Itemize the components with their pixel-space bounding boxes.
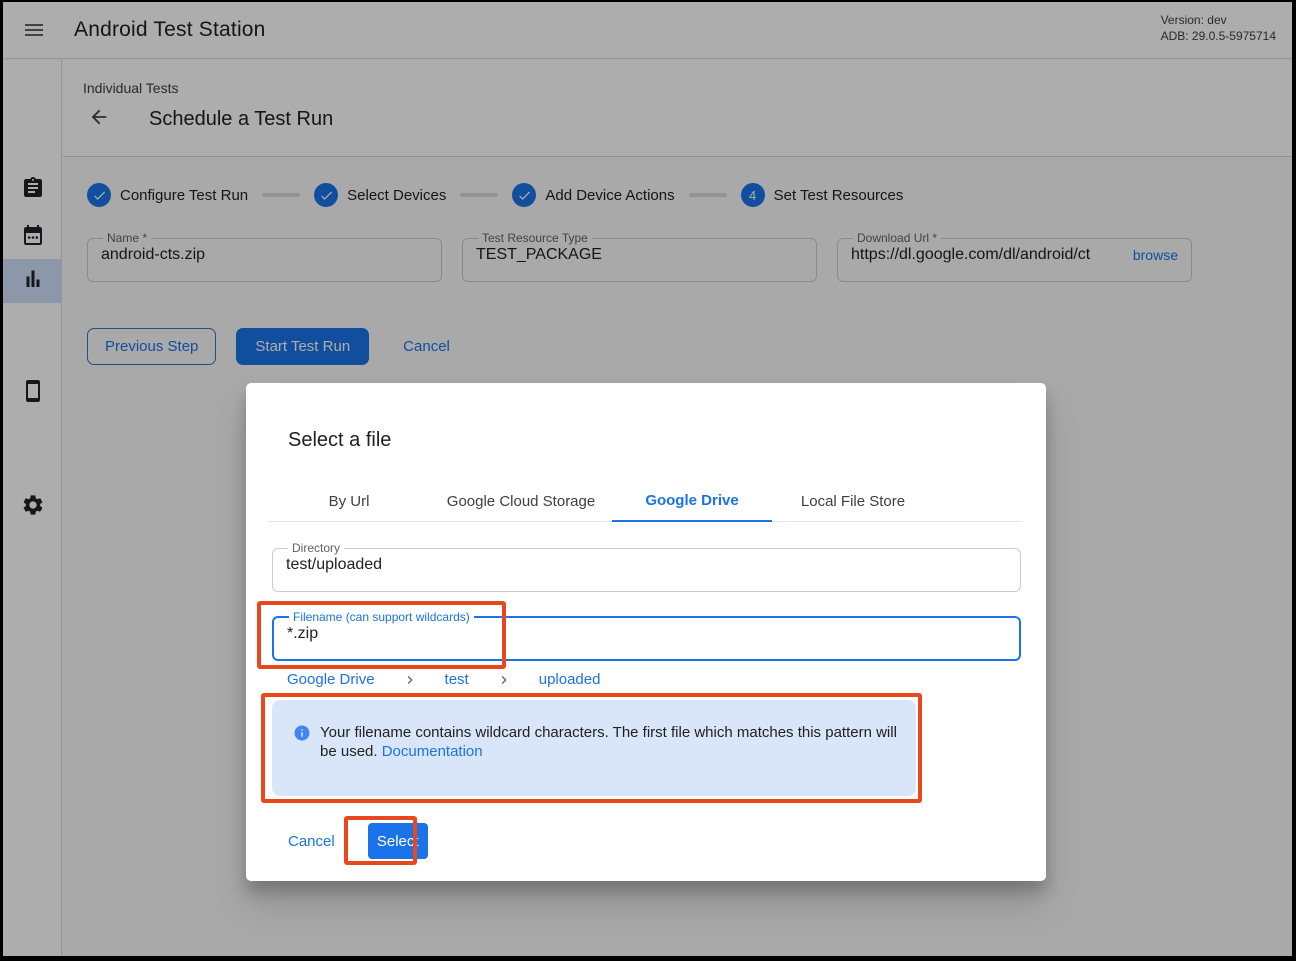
file-source-tabs: By Url Google Cloud Storage Google Drive…	[268, 480, 1022, 522]
breadcrumb: Google Drive test uploaded	[287, 671, 600, 688]
dialog-footer: Cancel Select	[276, 823, 428, 859]
dialog-cancel-button[interactable]: Cancel	[276, 825, 347, 858]
directory-input[interactable]	[286, 556, 1007, 574]
tab-by-url[interactable]: By Url	[268, 480, 430, 522]
wildcard-info-banner: Your filename contains wildcard characte…	[272, 700, 916, 796]
tab-google-drive[interactable]: Google Drive	[612, 480, 772, 522]
banner-text: Your filename contains wildcard characte…	[320, 723, 906, 761]
info-icon	[293, 724, 311, 742]
app-screen: Android Test Station Version: dev ADB: 2…	[3, 2, 1292, 956]
dialog-select-button[interactable]: Select	[368, 823, 428, 859]
documentation-link[interactable]: Documentation	[382, 743, 483, 760]
tab-google-cloud-storage[interactable]: Google Cloud Storage	[430, 480, 612, 522]
chevron-right-icon	[402, 672, 418, 688]
directory-field-label: Directory	[288, 541, 344, 555]
dialog-title: Select a file	[288, 429, 391, 452]
filename-field[interactable]: Filename (can support wildcards)	[272, 610, 1021, 661]
breadcrumb-test[interactable]: test	[445, 671, 469, 688]
breadcrumb-google-drive[interactable]: Google Drive	[287, 671, 375, 688]
breadcrumb-uploaded[interactable]: uploaded	[539, 671, 601, 688]
filename-input[interactable]	[287, 625, 1006, 643]
directory-field[interactable]: Directory	[272, 541, 1021, 592]
filename-field-label: Filename (can support wildcards)	[289, 610, 474, 624]
tab-local-file-store[interactable]: Local File Store	[772, 480, 934, 522]
select-file-dialog: Select a file By Url Google Cloud Storag…	[246, 383, 1046, 881]
chevron-right-icon	[496, 672, 512, 688]
